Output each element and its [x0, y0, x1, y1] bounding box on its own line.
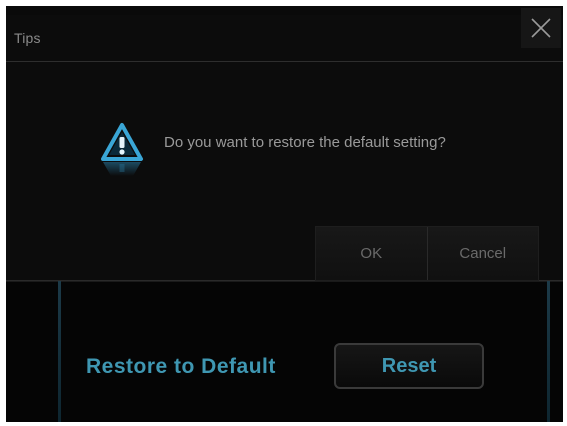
cancel-button[interactable]: Cancel	[426, 227, 538, 280]
reset-button[interactable]: Reset	[334, 343, 484, 389]
restore-default-label: Restore to Default	[86, 355, 276, 378]
dialog-message: Do you want to restore the default setti…	[164, 134, 446, 151]
panel-border-right	[547, 281, 550, 422]
message-row: Do you want to restore the default setti…	[100, 122, 446, 184]
panel-border-left	[58, 281, 61, 422]
dialog-title: Tips	[14, 30, 41, 46]
dialog-button-group: OK Cancel	[315, 226, 539, 281]
ok-button[interactable]: OK	[316, 227, 427, 280]
close-icon	[531, 18, 551, 38]
restore-panel: Restore to Default Reset	[6, 281, 563, 422]
title-divider	[6, 61, 563, 62]
tips-dialog: Tips Do you want to restore the default …	[6, 8, 563, 281]
close-button[interactable]	[521, 8, 561, 48]
panel-divider	[6, 281, 563, 282]
warning-icon	[100, 122, 144, 184]
